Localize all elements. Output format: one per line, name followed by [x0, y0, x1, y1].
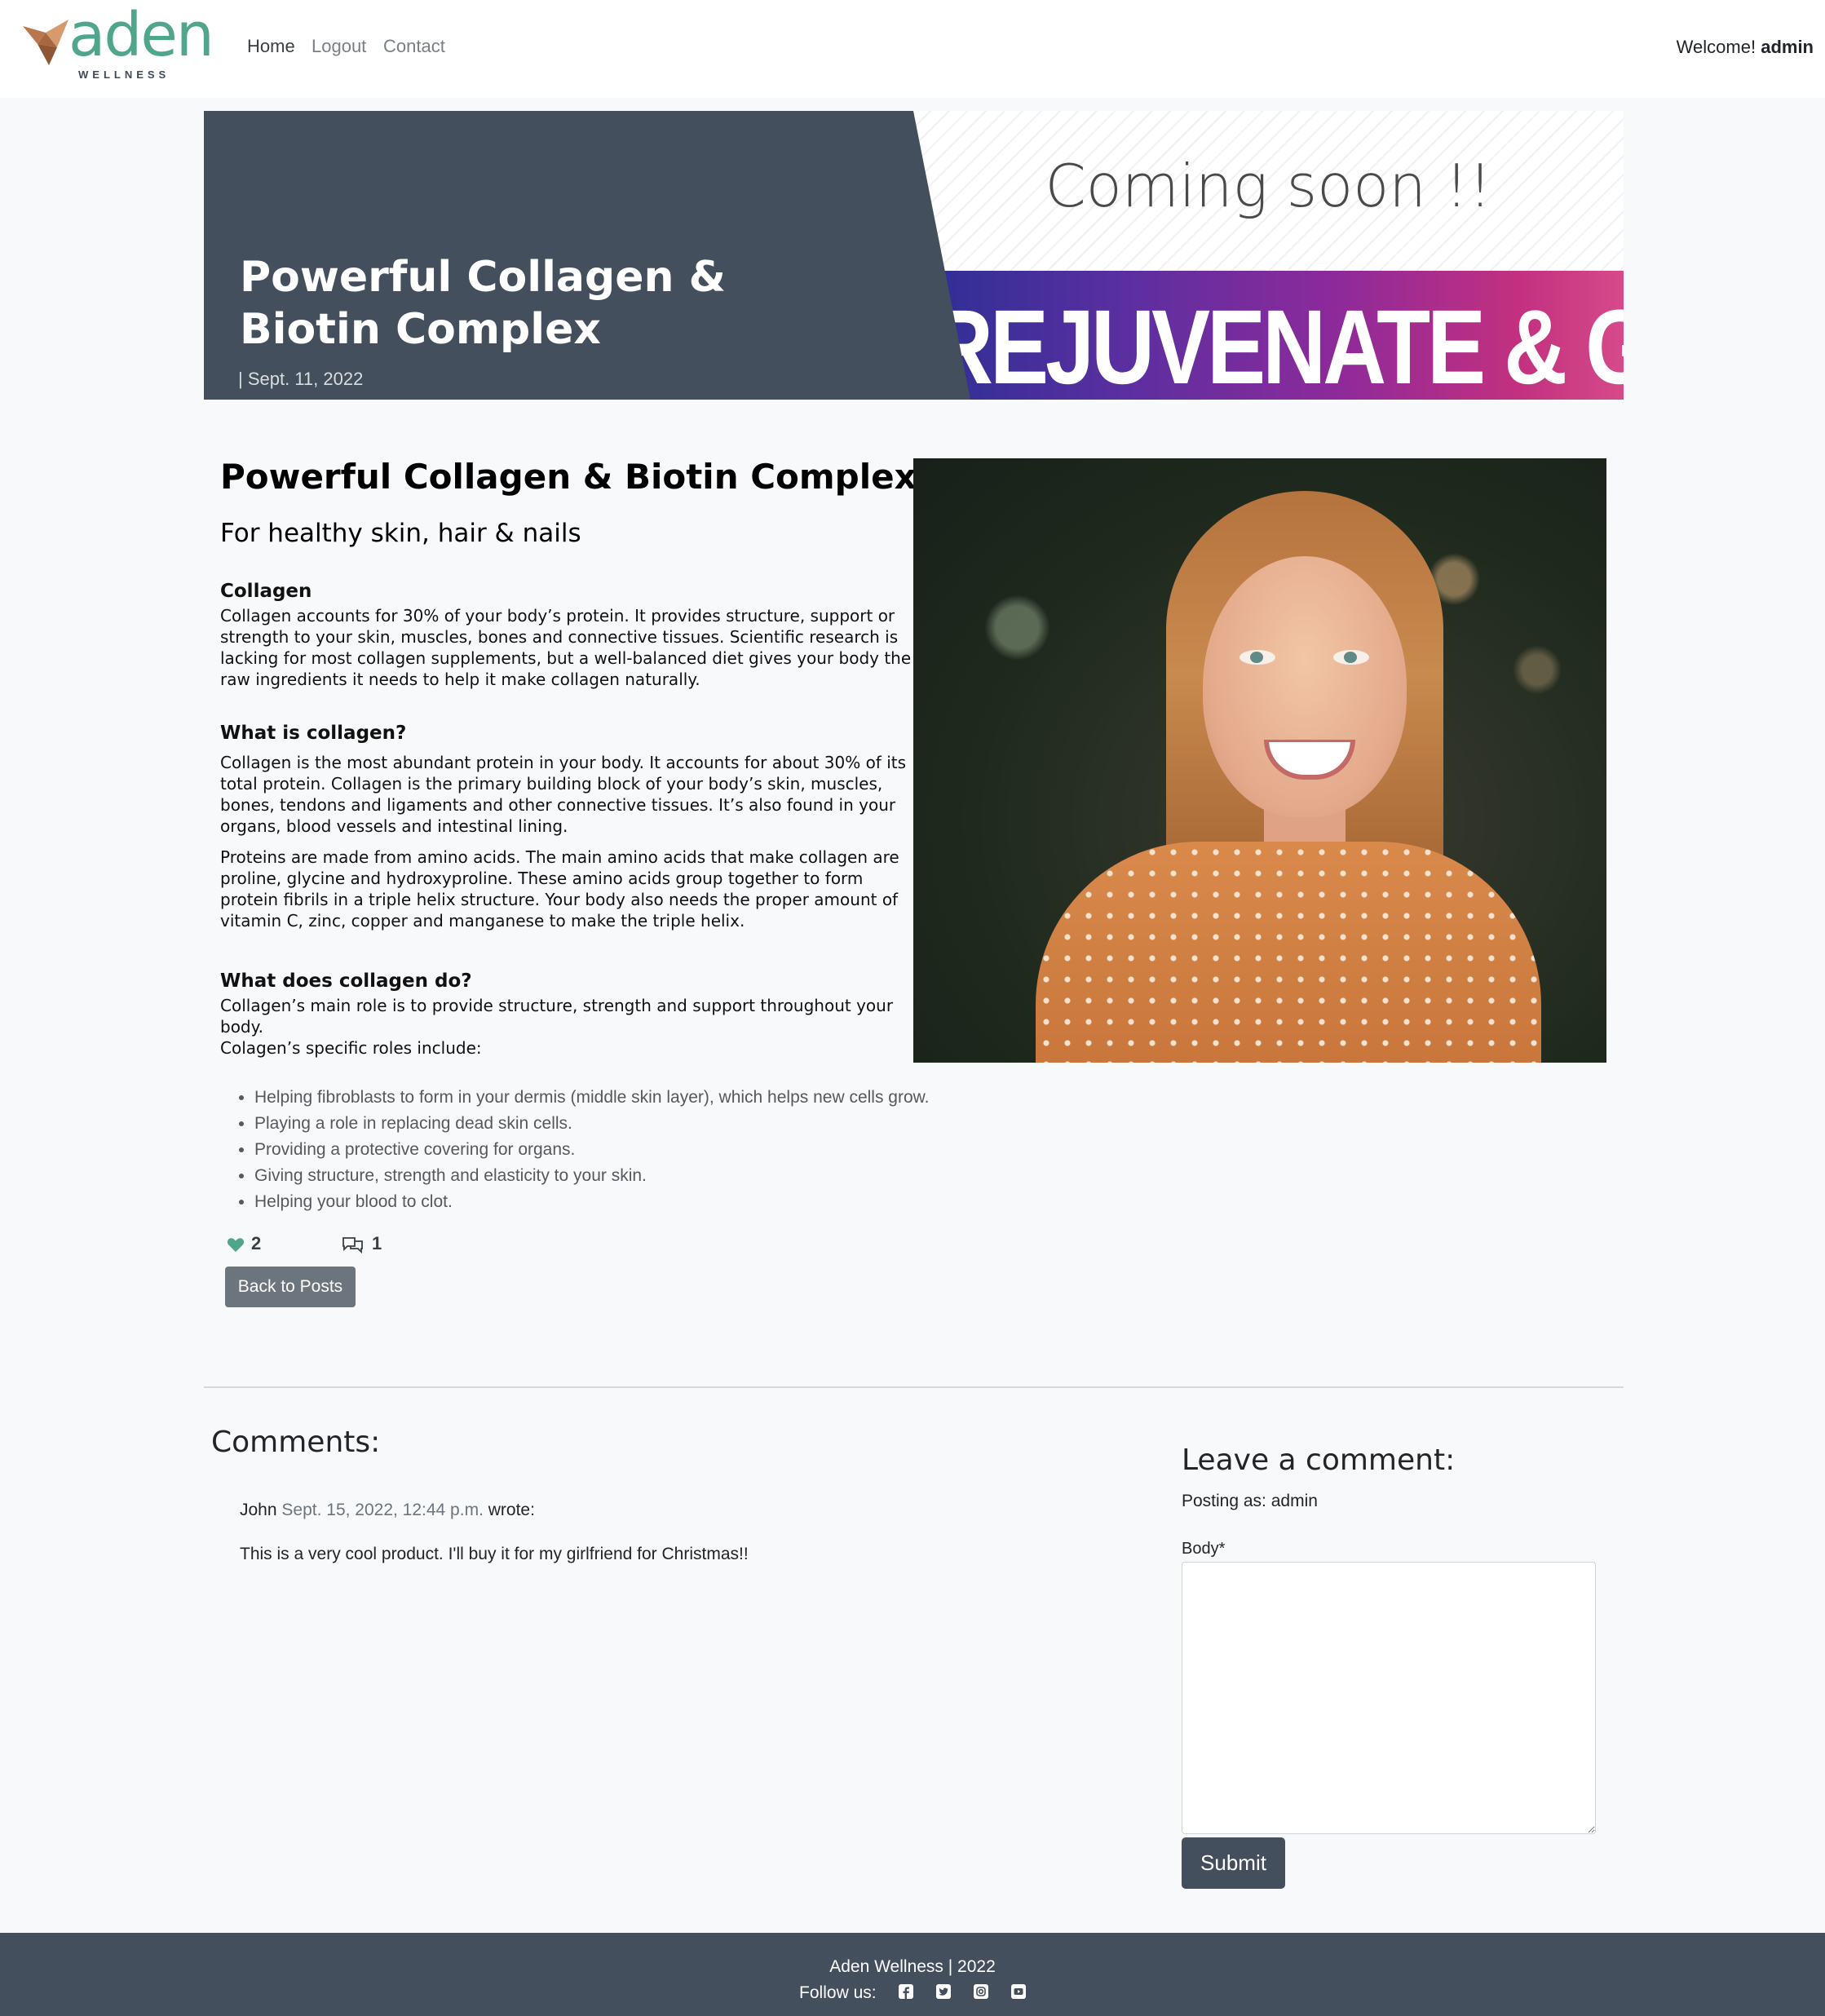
section-what-is-collagen: What is collagen? Collagen is the most a… — [220, 723, 913, 941]
post-hero-banner: Coming soon !! REJUVENATE & GLOW Powerfu… — [204, 111, 1624, 400]
post-subtitle: For healthy skin, hair & nails — [220, 519, 581, 548]
like-count: 2 — [251, 1233, 262, 1253]
rejuvenate-glow-text: REJUVENATE & GLOW — [930, 287, 1624, 400]
comment-date: Sept. 15, 2022, 12:44 p.m. — [281, 1501, 484, 1519]
section-paragraph: Collagen’s main role is to provide struc… — [220, 996, 894, 1037]
comment-body-textarea[interactable] — [1182, 1562, 1596, 1834]
section-paragraph: Proteins are made from amino acids. The … — [220, 847, 899, 931]
section-collagen: Collagen Collagen accounts for 30% of yo… — [220, 581, 913, 700]
welcome-message: Welcome! admin — [1677, 37, 1814, 58]
section-paragraph: Collagen accounts for 30% of your body’s… — [220, 606, 912, 689]
site-footer: Aden Wellness | 2022 Follow us: — [0, 1933, 1825, 2016]
comments-heading: Comments: — [211, 1426, 381, 1459]
list-item: Helping fibroblasts to form in your derm… — [254, 1085, 930, 1111]
photo-shirt — [1036, 842, 1541, 1063]
hero-date: | Sept. 11, 2022 — [238, 369, 364, 389]
section-heading: Collagen — [220, 581, 312, 602]
hero-product-image: Coming soon !! REJUVENATE & GLOW — [913, 111, 1624, 400]
comment-author: John — [240, 1501, 277, 1519]
list-item: Helping your blood to clot. — [254, 1189, 930, 1215]
comment-meta: John Sept. 15, 2022, 12:44 p.m. wrote: — [240, 1501, 535, 1520]
list-item: Playing a role in replacing dead skin ce… — [254, 1111, 930, 1137]
comment-body: This is a very cool product. I'll buy it… — [240, 1545, 749, 1563]
list-item: Providing a protective covering for orga… — [254, 1137, 930, 1163]
section-divider — [204, 1386, 1624, 1388]
twitter-icon[interactable] — [936, 1984, 952, 2000]
nav-contact-link[interactable]: Contact — [383, 36, 445, 57]
hero-title-panel: Powerful Collagen & Biotin Complex | Sep… — [204, 111, 970, 400]
comment-count-indicator: 1 — [341, 1233, 406, 1254]
hero-title: Powerful Collagen & Biotin Complex — [240, 253, 726, 354]
follow-us-label: Follow us: — [799, 1983, 877, 2002]
logo-subtitle: WELLNESS — [78, 69, 170, 81]
nav-home-link[interactable]: Home — [247, 36, 295, 57]
youtube-icon[interactable] — [1010, 1984, 1026, 2000]
welcome-prefix: Welcome! — [1676, 37, 1757, 57]
coming-soon-text: Coming soon !! — [1045, 152, 1492, 220]
facebook-icon[interactable] — [899, 1984, 914, 2000]
photo-eye — [1239, 650, 1275, 665]
body-field-label: Body* — [1182, 1540, 1226, 1558]
back-to-posts-button[interactable]: Back to Posts — [225, 1267, 356, 1307]
section-heading: What does collagen do? — [220, 970, 472, 992]
section-paragraph: Collagen is the most abundant protein in… — [220, 753, 907, 836]
photo-face — [1203, 556, 1407, 817]
leave-comment-heading: Leave a comment: — [1182, 1443, 1456, 1477]
posting-as-text: Posting as: admin — [1182, 1492, 1318, 1510]
submit-comment-button[interactable]: Submit — [1182, 1837, 1285, 1889]
like-button[interactable]: 2 — [227, 1233, 292, 1254]
logo-wordmark: aden — [68, 0, 214, 70]
footer-copyright: Aden Wellness | 2022 — [829, 1957, 996, 1976]
rejuvenate-glow-band: REJUVENATE & GLOW — [913, 271, 1624, 400]
heart-icon — [227, 1238, 245, 1253]
post-featured-photo — [913, 458, 1606, 1063]
collagen-roles-list: Helping fibroblasts to form in your derm… — [220, 1085, 930, 1215]
comments-icon — [342, 1237, 363, 1254]
welcome-username: admin — [1761, 37, 1814, 57]
comment-count: 1 — [372, 1233, 382, 1253]
post-title: Powerful Collagen & Biotin Complex — [220, 457, 917, 497]
navbar: aden WELLNESS Home Logout Contact Welcom… — [0, 0, 1825, 98]
photo-eye — [1333, 650, 1369, 665]
comment-wrote: wrote: — [488, 1501, 535, 1519]
instagram-icon[interactable] — [974, 1984, 989, 2000]
section-what-does-collagen-do: What does collagen do? Collagen’s main r… — [220, 970, 913, 1059]
aden-logo[interactable]: aden WELLNESS — [21, 5, 225, 85]
nav-logout-link[interactable]: Logout — [312, 36, 366, 57]
footer-social: Follow us: — [0, 1983, 1825, 2003]
section-heading: What is collagen? — [220, 723, 407, 744]
photo-smile — [1264, 740, 1355, 780]
list-item: Giving structure, strength and elasticit… — [254, 1163, 930, 1189]
section-paragraph: Colagen’s specific roles include: — [220, 1038, 482, 1058]
